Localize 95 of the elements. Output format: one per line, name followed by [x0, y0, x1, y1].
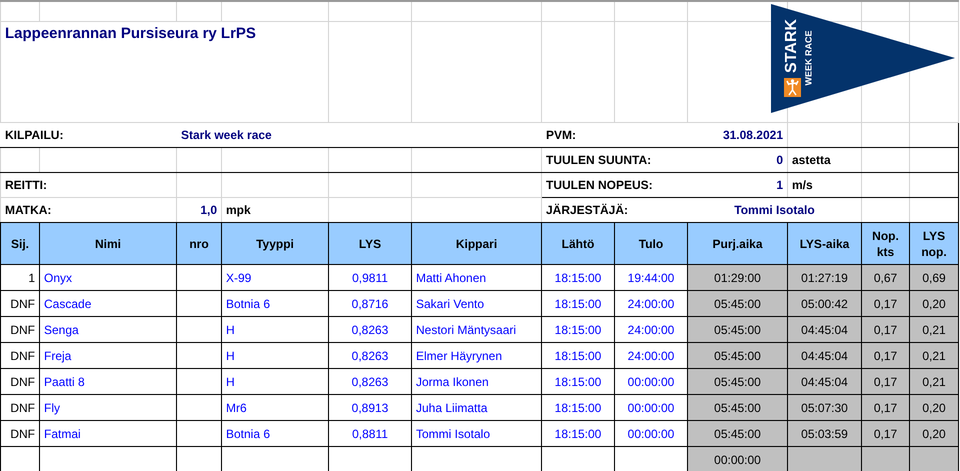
table-cell: Juha Liimatta [412, 394, 542, 420]
table-cell: 0,8263 [328, 316, 412, 342]
table-cell: 18:15:00 [542, 290, 614, 316]
table-cell: 05:45:00 [688, 342, 788, 368]
table-cell: 18:15:00 [542, 264, 614, 290]
table-cell: DNF [0, 342, 40, 368]
column-header: LYS nop. [910, 222, 958, 264]
table-cell: 18:15:00 [542, 394, 614, 420]
unit-label: m/s [788, 172, 862, 198]
table-cell: 18:15:00 [542, 368, 614, 394]
table-cell: 04:45:04 [788, 316, 862, 342]
table-cell: Tommi Isotalo [412, 420, 542, 446]
table-cell: 0,17 [862, 420, 910, 446]
table-cell: 05:45:00 [688, 290, 788, 316]
logo-title: STARK [784, 19, 800, 73]
field-value: 0 [688, 148, 788, 172]
column-header: Nop. kts [862, 222, 910, 264]
table-cell: 05:45:00 [688, 420, 788, 446]
column-header: Kippari [412, 222, 542, 264]
table-cell: Botnia 6 [222, 420, 328, 446]
table-cell: 04:45:04 [788, 368, 862, 394]
table-cell: 18:15:00 [542, 316, 614, 342]
table-cell: X-99 [222, 264, 328, 290]
table-cell: 0,20 [910, 290, 958, 316]
table-cell: 0,8811 [328, 420, 412, 446]
logo-subtitle: WEEK RACE [804, 30, 814, 86]
table-cell: 0,21 [910, 368, 958, 394]
table-cell: DNF [0, 316, 40, 342]
table-cell: 05:07:30 [788, 394, 862, 420]
table-cell: 05:45:00 [688, 368, 788, 394]
column-header: LYS-aika [788, 222, 862, 264]
table-cell: H [222, 316, 328, 342]
table-cell: 05:03:59 [788, 420, 862, 446]
table-cell: 0,67 [862, 264, 910, 290]
table-cell: 05:45:00 [688, 316, 788, 342]
table-cell: 0,21 [910, 342, 958, 368]
sailor-icon [784, 78, 801, 97]
table-cell: DNF [0, 290, 40, 316]
table-cell: 1 [0, 264, 40, 290]
table-cell: DNF [0, 368, 40, 394]
column-header: Sij. [0, 222, 40, 264]
table-cell: Botnia 6 [222, 290, 328, 316]
table-cell: 05:00:42 [788, 290, 862, 316]
table-cell: Nestori Mäntysaari [412, 316, 542, 342]
table-cell: 01:29:00 [688, 264, 788, 290]
table-cell: DNF [0, 420, 40, 446]
table-cell: 0,20 [910, 420, 958, 446]
table-cell: Elmer Häyrynen [412, 342, 542, 368]
table-cell: 0,17 [862, 368, 910, 394]
table-cell: 01:27:19 [788, 264, 862, 290]
unit-label: astetta [788, 148, 862, 172]
table-cell: Fatmai [40, 420, 176, 446]
column-header: Tyyppi [222, 222, 328, 264]
table-cell: Sakari Vento [412, 290, 542, 316]
column-header: Nimi [40, 222, 176, 264]
table-cell: 0,8263 [328, 342, 412, 368]
table-cell: 0,17 [862, 290, 910, 316]
table-cell: 0,21 [910, 316, 958, 342]
table-cell: H [222, 342, 328, 368]
table-cell: 0,8263 [328, 368, 412, 394]
club-title: Lappeenrannan Pursiseura ry LrPS [0, 22, 328, 122]
table-cell: 0,9811 [328, 264, 412, 290]
table-cell: 0,8913 [328, 394, 412, 420]
field-value: 1 [688, 172, 788, 198]
table-cell: Jorma Ikonen [412, 368, 542, 394]
table-cell: 18:15:00 [542, 420, 614, 446]
table-cell: DNF [0, 394, 40, 420]
table-cell: 0,8716 [328, 290, 412, 316]
table-cell: 0,17 [862, 394, 910, 420]
field-label: KILPAILU: [0, 122, 176, 148]
column-header: LYS [328, 222, 412, 264]
table-cell: Cascade [40, 290, 176, 316]
column-header: Purj.aika [688, 222, 788, 264]
table-cell: 00:00:00 [688, 446, 788, 471]
column-header: Lähtö [542, 222, 614, 264]
table-cell: 0,20 [910, 394, 958, 420]
table-cell: Freja [40, 342, 176, 368]
table-cell: 05:45:00 [688, 394, 788, 420]
column-header: Tulo [614, 222, 688, 264]
table-cell: Paatti 8 [40, 368, 176, 394]
table-cell: Onyx [40, 264, 176, 290]
field-label: REITTI: [0, 172, 176, 198]
table-cell: H [222, 368, 328, 394]
table-cell: 18:15:00 [542, 342, 614, 368]
table-cell: 0,17 [862, 316, 910, 342]
table-cell: Fly [40, 394, 176, 420]
table-cell: 0,69 [910, 264, 958, 290]
table-cell: 04:45:04 [788, 342, 862, 368]
table-cell: Senga [40, 316, 176, 342]
table-cell: 0,17 [862, 342, 910, 368]
column-header: nro [176, 222, 222, 264]
field-value: 31.08.2021 [614, 122, 788, 148]
table-cell: Matti Ahonen [412, 264, 542, 290]
field-value: Stark week race [176, 122, 542, 148]
table-cell: Mr6 [222, 394, 328, 420]
